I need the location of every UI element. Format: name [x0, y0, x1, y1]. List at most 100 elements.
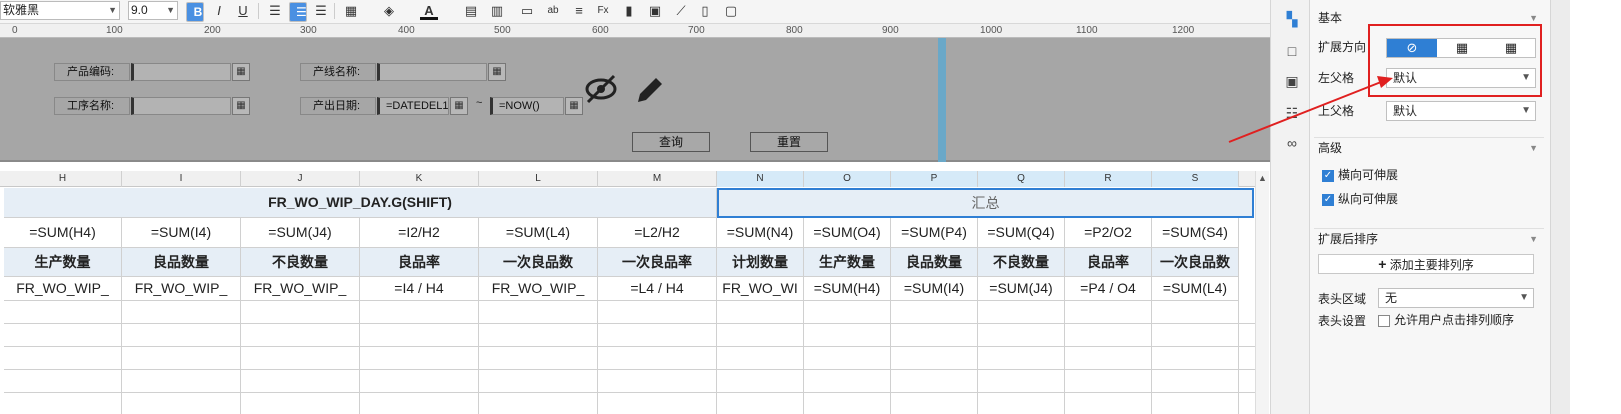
sheet-vertical-scrollbar[interactable]: ▲: [1255, 171, 1269, 414]
text-icon[interactable]: ab: [544, 2, 562, 20]
column-header[interactable]: K: [360, 171, 479, 187]
font-size-select[interactable]: 9.0 ▼: [128, 1, 178, 20]
grid-icon[interactable]: ▥: [488, 2, 506, 20]
table-cell[interactable]: =L4 / H4: [598, 277, 717, 301]
table-header-cell[interactable]: 一次良品率: [598, 248, 717, 277]
edit-pencil-icon[interactable]: [634, 72, 666, 106]
align-left-icon[interactable]: ☰: [266, 2, 284, 20]
table-cell[interactable]: =SUM(S4): [1152, 218, 1239, 248]
calendar-icon[interactable]: ▦: [450, 97, 468, 115]
column-header[interactable]: L: [479, 171, 598, 187]
table-header-cell[interactable]: 一次良品数: [1152, 248, 1239, 277]
allow-sort-checkbox[interactable]: 允许用户点击排列顺序: [1378, 313, 1514, 327]
table-cell[interactable]: =SUM(O4): [804, 218, 891, 248]
line-name-input[interactable]: [377, 63, 487, 81]
table-cell[interactable]: =SUM(P4): [891, 218, 978, 248]
align-right-icon[interactable]: ☰: [312, 2, 330, 20]
reset-button[interactable]: 重置: [750, 132, 828, 152]
bold-button[interactable]: B: [186, 2, 204, 22]
date-end-input[interactable]: =NOW(): [490, 97, 564, 115]
cell-style-icon[interactable]: □: [1283, 42, 1301, 60]
column-header[interactable]: M: [598, 171, 717, 187]
font-family-select[interactable]: 软雅黑 ▼: [0, 1, 120, 20]
table-header-cell[interactable]: 良品数量: [891, 248, 978, 277]
product-code-input[interactable]: [131, 63, 231, 81]
header-area-select[interactable]: 无 ▼: [1378, 288, 1534, 308]
table-cell[interactable]: =SUM(I4): [891, 277, 978, 301]
table-cell[interactable]: =SUM(N4): [717, 218, 804, 248]
sort-section-header[interactable]: 扩展后排序 ▼: [1314, 228, 1544, 248]
table-header-cell[interactable]: 良品率: [360, 248, 479, 277]
top-parent-select[interactable]: 默认 ▼: [1386, 101, 1536, 121]
table-cell[interactable]: =SUM(H4): [804, 277, 891, 301]
underline-button[interactable]: U: [234, 2, 252, 20]
process-name-input[interactable]: [131, 97, 231, 115]
table-cell[interactable]: FR_WO_WIP_: [122, 277, 241, 301]
image-icon[interactable]: ▣: [646, 2, 664, 20]
table-header-cell[interactable]: 一次良品数: [479, 248, 598, 277]
table-cell[interactable]: =SUM(J4): [978, 277, 1065, 301]
table-header-cell[interactable]: 计划数量: [717, 248, 804, 277]
query-button[interactable]: 查询: [632, 132, 710, 152]
title-cell-summary[interactable]: 汇总: [717, 188, 1254, 218]
slash-icon[interactable]: ⟋: [672, 2, 690, 20]
column-header[interactable]: S: [1152, 171, 1239, 187]
table-cell[interactable]: =SUM(L4): [479, 218, 598, 248]
calendar-icon[interactable]: ▦: [488, 63, 506, 81]
vertical-expand-checkbox[interactable]: ✓ 纵向可伸展: [1322, 192, 1398, 206]
fill-color-icon[interactable]: ◈: [380, 2, 398, 20]
table-cell[interactable]: =SUM(H4): [4, 218, 122, 248]
table-header-cell[interactable]: 生产数量: [4, 248, 122, 277]
column-header[interactable]: O: [804, 171, 891, 187]
table-cell[interactable]: FR_WO_WIP_: [241, 277, 360, 301]
chevron-up-icon[interactable]: ▲: [1258, 173, 1267, 183]
table-cell[interactable]: FR_WO_WIP_: [4, 277, 122, 301]
column-header[interactable]: I: [122, 171, 241, 187]
column-header[interactable]: R: [1065, 171, 1152, 187]
add-sort-button[interactable]: + 添加主要排列序: [1318, 254, 1534, 274]
table-cell[interactable]: =L2/H2: [598, 218, 717, 248]
table-cell[interactable]: FR_WO_WIP_: [479, 277, 598, 301]
chart-icon[interactable]: ▮: [620, 2, 638, 20]
text-color-button[interactable]: A: [420, 2, 438, 20]
table-header-cell[interactable]: 不良数量: [978, 248, 1065, 277]
merge-icon[interactable]: ▭: [518, 2, 536, 20]
table-cell[interactable]: =SUM(Q4): [978, 218, 1065, 248]
border-icon[interactable]: ▦: [342, 2, 360, 20]
table-cell[interactable]: =I2/H2: [360, 218, 479, 248]
table-header-cell[interactable]: 良品数量: [122, 248, 241, 277]
table-header-cell[interactable]: 不良数量: [241, 248, 360, 277]
title-cell-left[interactable]: FR_WO_WIP_DAY.G(SHIFT): [4, 188, 717, 218]
horizontal-expand-checkbox[interactable]: ✓ 横向可伸展: [1322, 168, 1398, 182]
formula-icon[interactable]: Fx: [594, 2, 612, 20]
column-header[interactable]: J: [241, 171, 360, 187]
column-header[interactable]: P: [891, 171, 978, 187]
table-cell[interactable]: =P4 / O4: [1065, 277, 1152, 301]
sub-report-icon[interactable]: ▯: [696, 2, 714, 20]
date-start-input[interactable]: =DATEDEL1: [377, 97, 449, 115]
italic-button[interactable]: I: [210, 2, 228, 20]
column-header[interactable]: H: [4, 171, 122, 187]
grid-line: [597, 301, 598, 414]
calendar-icon[interactable]: ▦: [232, 97, 250, 115]
table-cell[interactable]: =P2/O2: [1065, 218, 1152, 248]
table-header-cell[interactable]: 生产数量: [804, 248, 891, 277]
freeze-icon[interactable]: ▤: [462, 2, 480, 20]
table-cell[interactable]: =SUM(L4): [1152, 277, 1239, 301]
wrap-icon[interactable]: ≡: [570, 2, 588, 20]
calendar-icon[interactable]: ▦: [565, 97, 583, 115]
calendar-icon[interactable]: ▦: [232, 63, 250, 81]
column-header[interactable]: Q: [978, 171, 1065, 187]
table-cell[interactable]: FR_WO_WI: [717, 277, 804, 301]
hide-eye-icon[interactable]: [584, 72, 618, 106]
panel-splitter[interactable]: [938, 38, 946, 162]
table-cell[interactable]: =I4 / H4: [360, 277, 479, 301]
table-cell[interactable]: =SUM(I4): [122, 218, 241, 248]
column-header[interactable]: N: [717, 171, 804, 187]
table-header-cell[interactable]: 良品率: [1065, 248, 1152, 277]
cell-properties-icon[interactable]: ▚: [1283, 10, 1301, 28]
cell-border-icon[interactable]: ▢: [722, 2, 740, 20]
table-cell[interactable]: =SUM(J4): [241, 218, 360, 248]
properties-scrollbar[interactable]: [1550, 0, 1570, 414]
align-center-icon[interactable]: ☰: [289, 2, 307, 22]
